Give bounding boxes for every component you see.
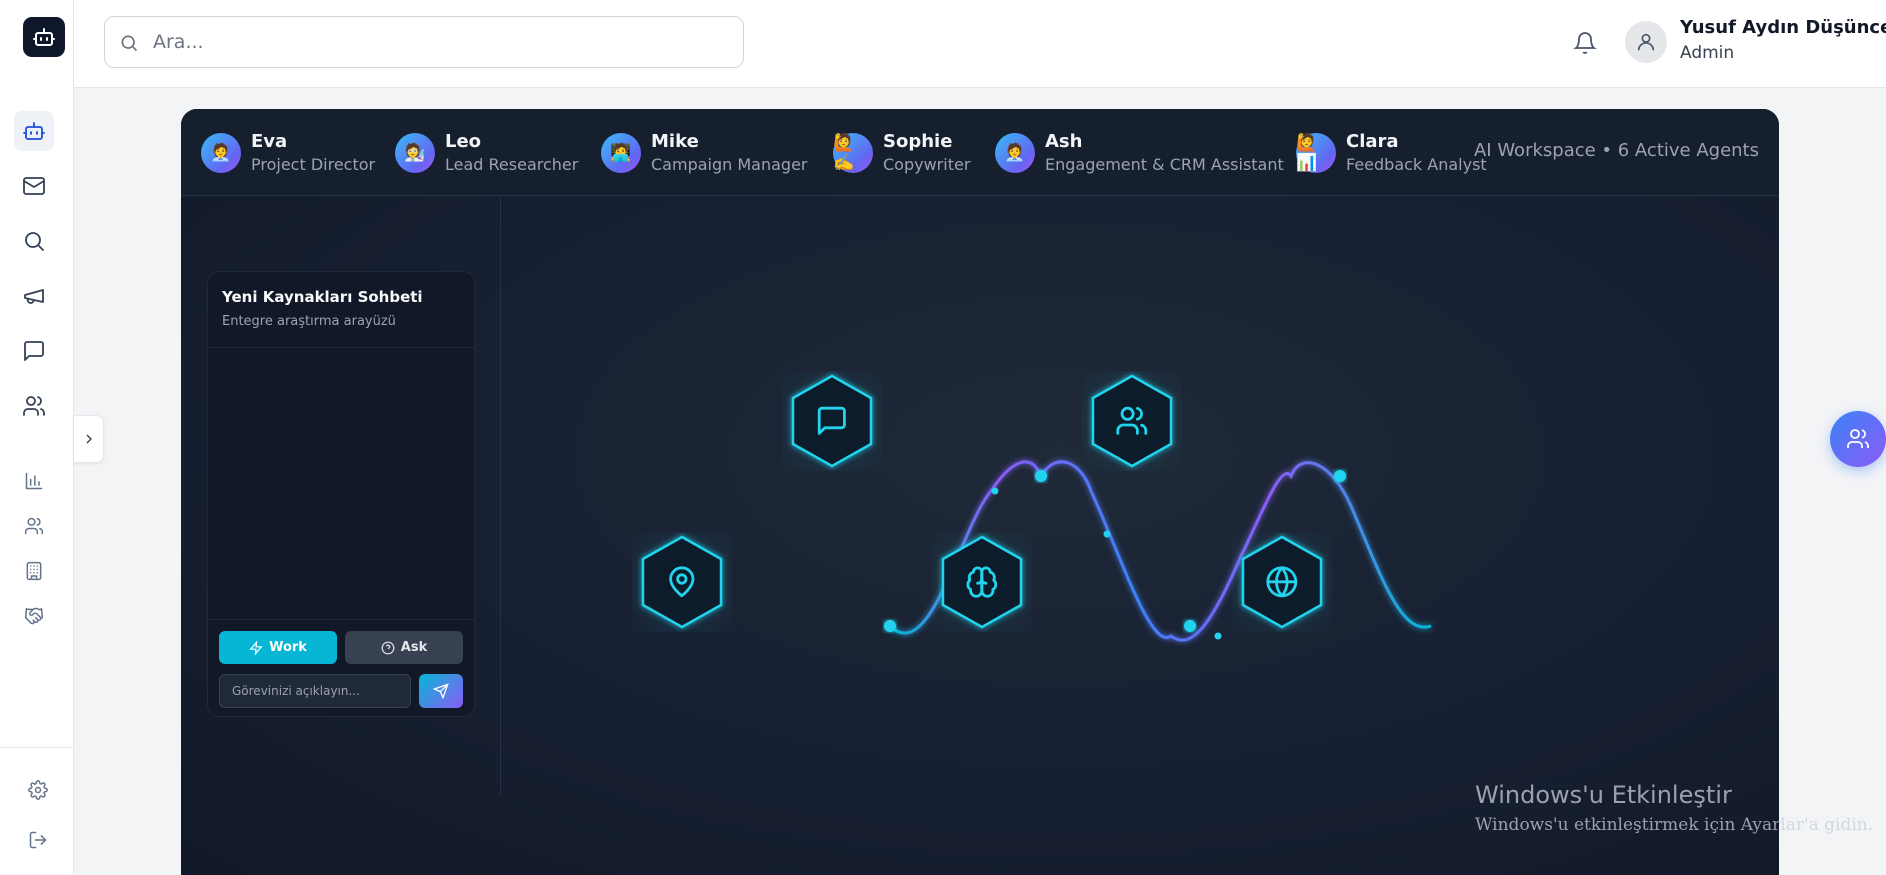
work-label: Work bbox=[269, 640, 307, 655]
agent-name: Mike bbox=[651, 131, 699, 152]
wave-node bbox=[1184, 620, 1196, 632]
bell-icon bbox=[1573, 32, 1597, 54]
wave-node bbox=[1103, 530, 1111, 538]
agent-avatar: 🧑‍💼 bbox=[995, 133, 1035, 173]
agent-avatar: 🧑‍🔬 bbox=[395, 133, 435, 173]
chat-subtitle: Entegre araştırma arayüzü bbox=[222, 314, 396, 329]
users-icon bbox=[24, 517, 44, 535]
agent-name: Leo bbox=[445, 131, 482, 152]
agent-role: Copywriter bbox=[883, 155, 971, 174]
bot-icon bbox=[23, 122, 45, 140]
agent-name: Eva bbox=[251, 131, 288, 152]
user-name: Yusuf Aydın Düşünceli bbox=[1680, 17, 1886, 38]
handshake-icon bbox=[24, 607, 44, 625]
ask-mode-button[interactable]: Ask bbox=[345, 631, 463, 664]
agent-role: Engagement & CRM Assistant bbox=[1045, 155, 1284, 174]
users-icon bbox=[1847, 429, 1869, 448]
chat-divider bbox=[208, 619, 476, 620]
search-icon bbox=[121, 35, 138, 52]
windows-activation-title: Windows'u Etkinleştir bbox=[1475, 781, 1732, 809]
wave-graphic bbox=[884, 460, 1432, 642]
app-logo[interactable] bbox=[23, 17, 65, 57]
users-icon bbox=[1091, 374, 1173, 468]
bar-chart-icon bbox=[25, 472, 43, 490]
workspace-status: AI Workspace • 6 Active Agents bbox=[1473, 140, 1759, 161]
chat-bubble-icon bbox=[791, 374, 873, 468]
wave-node bbox=[884, 620, 896, 632]
agents-fab-button[interactable] bbox=[1830, 411, 1886, 467]
chat-panel: Yeni Kaynakları Sohbeti Entegre araştırm… bbox=[207, 271, 476, 717]
agent-avatar: 🧑‍💼 bbox=[201, 133, 241, 173]
lightning-icon bbox=[249, 640, 263, 655]
sidebar-expand-button[interactable] bbox=[74, 415, 104, 463]
windows-activation-subtitle: Windows'u etkinleştirmek için Ayarlar'a … bbox=[1475, 815, 1874, 835]
notifications-button[interactable] bbox=[1570, 28, 1600, 58]
location-pin-icon bbox=[641, 535, 723, 629]
agent-avatar: 🙋📊 bbox=[1296, 133, 1336, 173]
gear-icon bbox=[28, 780, 48, 800]
sidebar-item-contacts[interactable] bbox=[14, 506, 54, 546]
chevron-right-icon bbox=[86, 434, 92, 444]
sidebar-item-deals[interactable] bbox=[14, 596, 54, 636]
user-avatar[interactable] bbox=[1625, 21, 1667, 63]
agent-role: Project Director bbox=[251, 155, 376, 174]
wave-node bbox=[1035, 470, 1047, 482]
send-button[interactable] bbox=[419, 674, 463, 708]
sidebar-item-chat[interactable] bbox=[14, 331, 54, 371]
agent-role: Lead Researcher bbox=[445, 155, 579, 174]
ai-workspace: 🧑‍💼 Eva Project Director 🧑‍🔬 Leo Lead Re… bbox=[181, 109, 1779, 875]
top-header: Yusuf Aydın Düşünceli Admin bbox=[74, 0, 1886, 88]
agent-role: Feedback Analyst bbox=[1346, 155, 1487, 174]
agent-avatar: 🙋✍️ bbox=[833, 133, 873, 173]
sidebar-item-search[interactable] bbox=[14, 221, 54, 261]
chat-node[interactable] bbox=[782, 371, 882, 471]
team-node[interactable] bbox=[1082, 371, 1182, 471]
sidebar-bottom-divider bbox=[0, 747, 74, 748]
logout-icon bbox=[29, 831, 47, 849]
mail-icon bbox=[23, 177, 45, 195]
sidebar-item-campaigns[interactable] bbox=[14, 276, 54, 316]
globe-icon bbox=[1241, 535, 1323, 629]
brain-node[interactable] bbox=[932, 532, 1032, 632]
user-icon bbox=[1637, 33, 1655, 51]
globe-node[interactable] bbox=[1232, 532, 1332, 632]
user-role: Admin bbox=[1680, 43, 1735, 63]
logout-button[interactable] bbox=[18, 820, 58, 860]
search-bar bbox=[104, 16, 744, 68]
send-icon bbox=[433, 683, 449, 699]
work-mode-button[interactable]: Work bbox=[219, 631, 337, 664]
agent-avatar: 🧑‍💻 bbox=[601, 133, 641, 173]
agent-name: Sophie bbox=[883, 131, 953, 152]
location-node[interactable] bbox=[632, 532, 732, 632]
chat-icon bbox=[24, 341, 44, 361]
megaphone-icon bbox=[24, 289, 44, 304]
task-input[interactable] bbox=[219, 674, 411, 708]
sidebar-item-agents[interactable] bbox=[14, 111, 54, 151]
bot-icon bbox=[33, 28, 55, 46]
chat-divider bbox=[208, 347, 476, 348]
sidebar bbox=[0, 0, 74, 875]
search-input[interactable] bbox=[153, 27, 723, 57]
chat-title: Yeni Kaynakları Sohbeti bbox=[222, 288, 423, 306]
agent-bar: 🧑‍💼 Eva Project Director 🧑‍🔬 Leo Lead Re… bbox=[181, 109, 1779, 196]
search-icon bbox=[25, 232, 44, 251]
chat-column: Yeni Kaynakları Sohbeti Entegre araştırm… bbox=[181, 196, 501, 796]
settings-button[interactable] bbox=[18, 770, 58, 810]
wave-node bbox=[1214, 632, 1222, 640]
wave-node bbox=[991, 487, 999, 495]
agent-role: Campaign Manager bbox=[651, 155, 808, 174]
help-circle-icon bbox=[381, 641, 395, 654]
agent-name: Clara bbox=[1346, 131, 1399, 152]
agent-visualization bbox=[501, 196, 1779, 796]
users-icon bbox=[23, 396, 45, 416]
wave-node bbox=[1334, 470, 1346, 482]
sidebar-item-companies[interactable] bbox=[14, 551, 54, 591]
brain-icon bbox=[941, 535, 1023, 629]
sidebar-item-mail[interactable] bbox=[14, 166, 54, 206]
sidebar-item-analytics[interactable] bbox=[14, 461, 54, 501]
building-icon bbox=[26, 561, 42, 581]
agent-name: Ash bbox=[1045, 131, 1083, 152]
ask-label: Ask bbox=[400, 640, 428, 655]
sidebar-item-team[interactable] bbox=[14, 386, 54, 426]
